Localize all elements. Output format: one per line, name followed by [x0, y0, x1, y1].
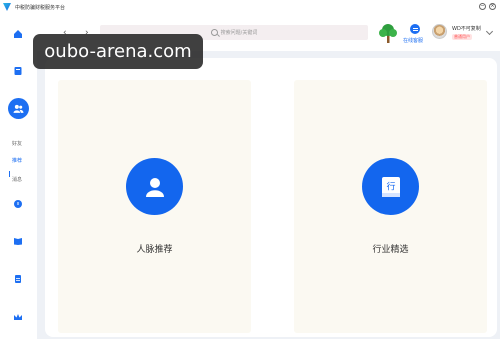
user-name[interactable]: WD不可复制 [452, 25, 481, 32]
main-panel: 人脉推荐 行 行业精选 [45, 58, 497, 337]
book-icon[interactable] [12, 235, 24, 247]
selected-indicator [9, 171, 10, 177]
title-bar: 中税防骗财税服务平台 − × [0, 0, 500, 14]
sidebar-sub-messages[interactable]: 消息 [12, 176, 22, 183]
sidebar-sub-friends[interactable]: 好友 [12, 140, 22, 147]
customer-service-label[interactable]: 在线客服 [403, 37, 423, 44]
app-title: 中税防骗财税服务平台 [15, 4, 66, 11]
card-contacts-recommend[interactable]: 人脉推荐 [58, 80, 251, 333]
card-label-industry: 行业精选 [372, 245, 409, 255]
person-icon [126, 158, 183, 215]
sidebar: 好友 推荐 消息 [0, 14, 37, 339]
close-button[interactable]: × [489, 3, 496, 10]
card-label-contacts: 人脉推荐 [136, 245, 173, 255]
sidebar-sub-recommend[interactable]: 推荐 [12, 157, 22, 164]
watermark-overlay: oubo-arena.com [33, 34, 203, 69]
card-industry-picks[interactable]: 行 行业精选 [294, 80, 487, 333]
chevron-down-icon[interactable] [485, 27, 494, 36]
crown-icon[interactable] [12, 311, 24, 323]
help-icon[interactable] [12, 198, 24, 210]
tree-icon[interactable] [378, 22, 398, 44]
document-icon[interactable] [12, 65, 24, 77]
user-level-badge: 普通用户 [452, 34, 472, 40]
industry-icon-text: 行 [386, 180, 395, 192]
avatar[interactable] [432, 24, 447, 39]
note-icon[interactable] [12, 273, 24, 285]
home-icon[interactable] [12, 28, 24, 40]
app-logo-icon [3, 3, 11, 11]
search-placeholder: 搜索问题/关键词 [220, 30, 258, 36]
contacts-icon[interactable] [8, 98, 29, 119]
customer-service-icon[interactable] [410, 24, 420, 34]
search-icon [210, 29, 218, 36]
minimize-button[interactable]: − [479, 3, 486, 10]
industry-icon: 行 [362, 158, 419, 215]
